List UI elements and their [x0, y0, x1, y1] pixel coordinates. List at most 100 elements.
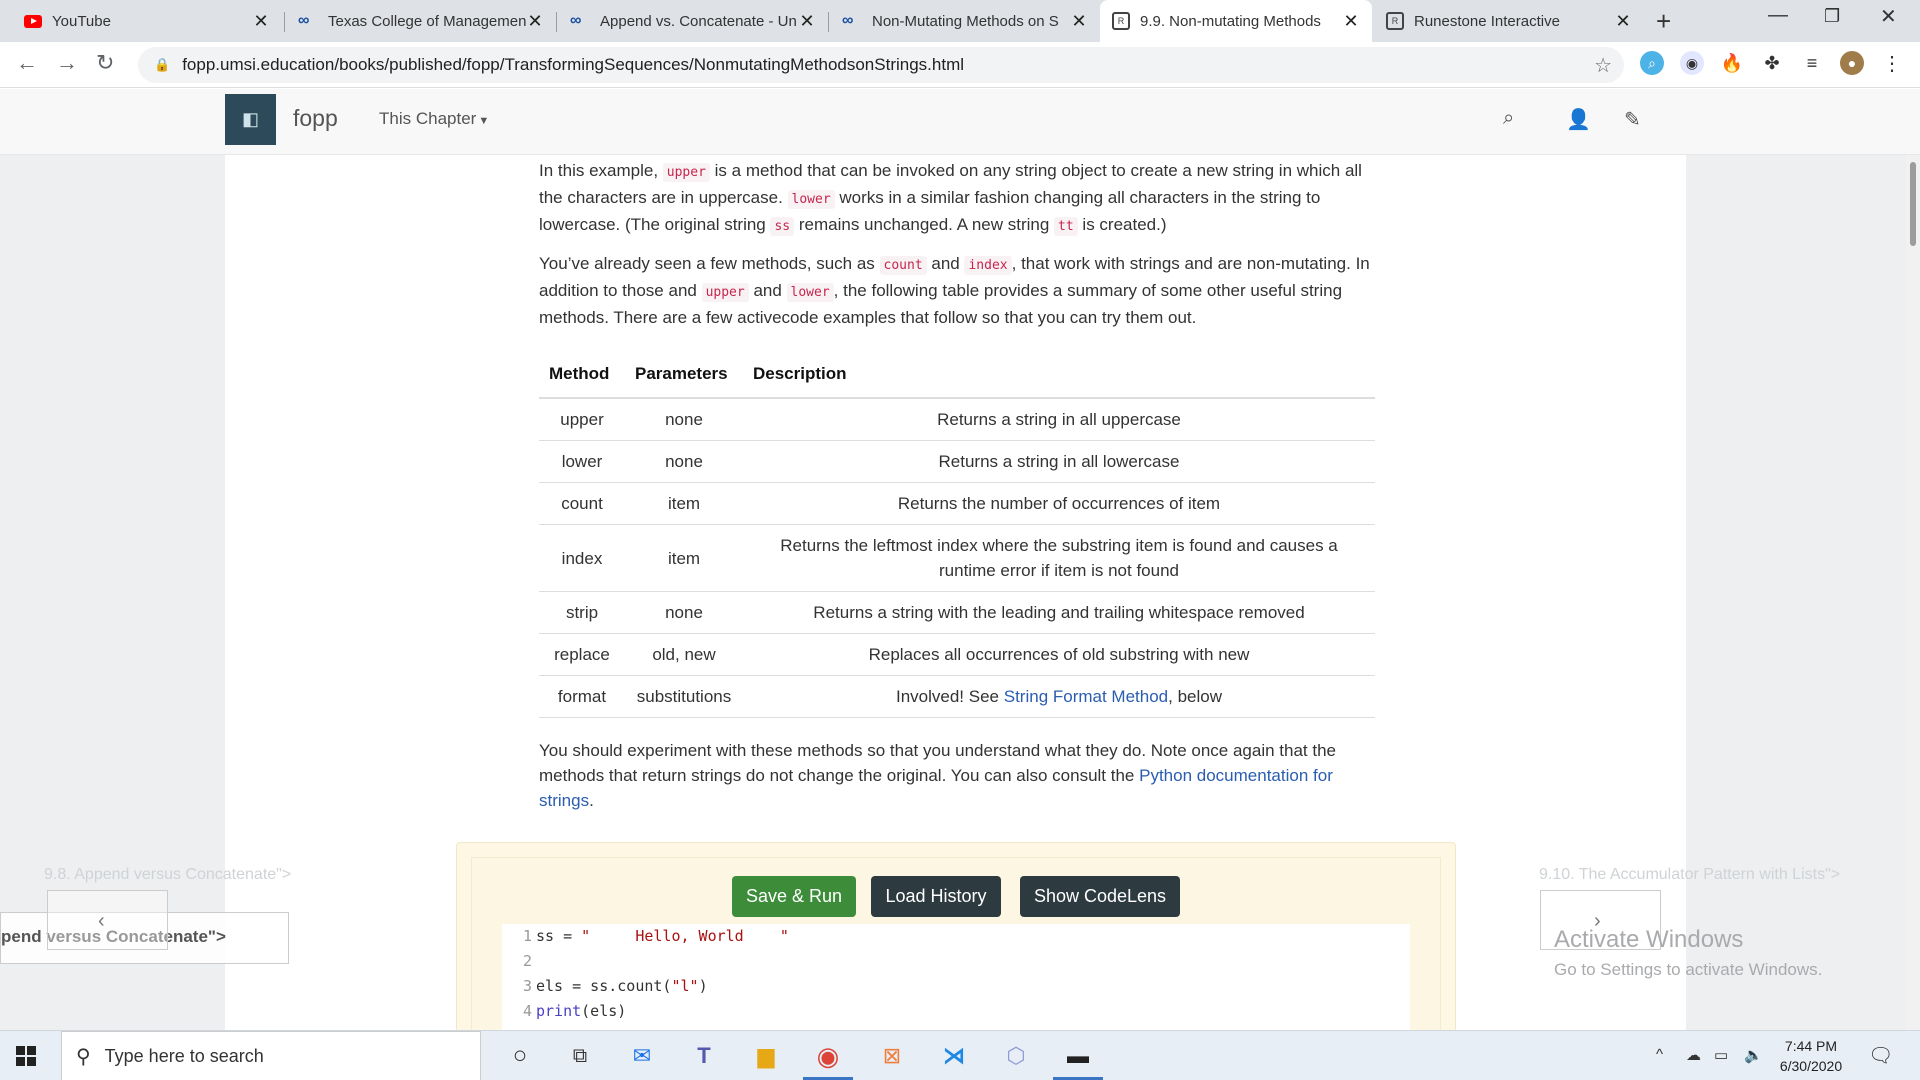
code-line: 3 els = ss.count("l") [502, 974, 1410, 999]
tab-texas-college[interactable]: ∞ Texas College of Managemen ✕ [286, 0, 556, 42]
table-row: replace old, new Replaces all occurrence… [539, 633, 1375, 676]
task-view-icon[interactable]: ⧉ [564, 1040, 596, 1072]
table-row: lower none Returns a string in all lower… [539, 440, 1375, 483]
runestone-icon: R [1112, 12, 1130, 30]
extension-owl-icon[interactable]: ◉ [1680, 51, 1704, 75]
tab-runestone-interactive[interactable]: R Runestone Interactive ✕ [1374, 0, 1644, 42]
tab-title: Runestone Interactive [1414, 12, 1560, 30]
string-format-method-link[interactable]: String Format Method [1004, 687, 1168, 706]
chrome-icon[interactable]: ◉ [812, 1040, 844, 1072]
text: , below [1168, 687, 1223, 706]
bookmark-star-icon[interactable]: ☆ [1594, 53, 1612, 78]
brand-link[interactable]: fopp [293, 105, 338, 132]
load-history-button[interactable]: Load History [871, 876, 1001, 917]
close-icon[interactable]: ✕ [1342, 11, 1360, 32]
prev-arrow-box[interactable] [47, 890, 168, 950]
activate-windows-subtitle: Go to Settings to activate Windows. [1554, 960, 1823, 979]
search-icon: ⚲ [76, 1045, 91, 1068]
line-number: 1 [522, 927, 532, 945]
code-text: ss = " Hello, World " [536, 924, 789, 949]
code-text: print(els) [536, 999, 626, 1024]
file-explorer-icon[interactable]: ▆ [750, 1040, 782, 1072]
params-cell: none [625, 398, 743, 441]
xampp-icon[interactable]: ⊠ [876, 1040, 908, 1072]
method-cell: format [539, 675, 625, 718]
tab-title: Non-Mutating Methods on S [872, 12, 1059, 30]
edit-pencil-icon[interactable]: ✎ [1624, 107, 1641, 132]
extension-fire-icon[interactable]: 🔥 [1720, 51, 1744, 75]
mail-icon[interactable]: ✉ [626, 1040, 658, 1072]
keyword: print [536, 1002, 582, 1020]
tab-title: Append vs. Concatenate - Un [600, 12, 797, 30]
table-row: format substitutions Involved! See Strin… [539, 675, 1375, 718]
table-row: count item Returns the number of occurre… [539, 482, 1375, 525]
chevron-left-icon[interactable]: ‹ [98, 910, 105, 933]
method-cell: index [539, 524, 625, 592]
tab-non-mutating-coursera[interactable]: ∞ Non-Mutating Methods on S ✕ [830, 0, 1100, 42]
code-token: ) [698, 977, 708, 995]
system-clock[interactable]: 7:44 PM 6/30/2020 [1776, 1036, 1846, 1076]
desc-cell: Returns the number of occurrences of ite… [743, 482, 1375, 525]
tab-non-mutating-methods-active[interactable]: R 9.9. Non-mutating Methods ✕ [1100, 0, 1372, 42]
close-icon[interactable]: ✕ [1070, 11, 1088, 32]
tab-youtube[interactable]: YouTube ✕ [12, 0, 282, 42]
media-queue-icon[interactable]: ≡ [1800, 51, 1824, 75]
minimize-icon[interactable]: — [1768, 4, 1788, 27]
line-number: 3 [522, 977, 532, 995]
extensions-puzzle-icon[interactable]: ✤ [1760, 51, 1784, 75]
app-hexagon-icon[interactable]: ⬡ [1000, 1040, 1032, 1072]
page-scrollbar[interactable] [1906, 155, 1920, 1030]
notification-center-icon[interactable]: 🗨 [1868, 1043, 1893, 1068]
paragraph-experiment: You should experiment with these methods… [539, 738, 1375, 813]
close-icon[interactable]: ✕ [1614, 11, 1632, 32]
tab-append-vs-concatenate[interactable]: ∞ Append vs. Concatenate - Un ✕ [558, 0, 828, 42]
forward-icon[interactable]: → [56, 50, 78, 76]
string-literal: "l" [671, 977, 699, 995]
windows-taskbar: ⚲ Type here to search ○ ⧉ ✉ T ▆ ◉ ⊠ ⋊ ⬡ … [0, 1030, 1920, 1080]
inline-code: upper [701, 283, 749, 302]
back-icon[interactable]: ← [16, 50, 38, 76]
profile-avatar[interactable]: ● [1840, 51, 1864, 75]
new-tab-button[interactable]: + [1656, 6, 1671, 37]
code-text: els = ss.count("l") [536, 974, 708, 999]
onedrive-icon[interactable]: ☁ [1686, 1046, 1701, 1064]
caret-down-icon: ▼ [478, 115, 490, 127]
method-cell: upper [539, 398, 625, 441]
text: . [589, 791, 594, 810]
cortana-icon[interactable]: ○ [504, 1040, 536, 1072]
tab-title: Texas College of Managemen [328, 12, 526, 30]
coursera-icon: ∞ [570, 12, 582, 29]
reload-icon[interactable]: ↻ [96, 50, 114, 76]
right-gutter [1686, 155, 1906, 1030]
string-literal: " Hello, World " [581, 927, 789, 945]
extension-search-icon[interactable]: ⌕ [1640, 51, 1664, 75]
user-icon[interactable]: 👤 [1566, 107, 1591, 132]
teams-icon[interactable]: T [688, 1040, 720, 1072]
show-codelens-button[interactable]: Show CodeLens [1020, 876, 1180, 917]
close-icon[interactable]: ✕ [252, 11, 270, 32]
code-editor[interactable]: 1 ss = " Hello, World " 2 3 els = ss.cou… [502, 924, 1410, 1030]
volume-icon[interactable]: 🔈 [1744, 1046, 1763, 1064]
code-token: ss = [536, 927, 582, 945]
coursera-icon: ∞ [842, 12, 854, 29]
windows-start-icon[interactable] [16, 1046, 36, 1066]
taskbar-search-box[interactable]: ⚲ Type here to search [61, 1031, 481, 1080]
this-chapter-dropdown[interactable]: This Chapter ▼ [379, 109, 489, 129]
restore-icon[interactable]: ❐ [1824, 6, 1840, 27]
battery-icon[interactable]: ▭ [1714, 1046, 1728, 1064]
vscode-icon[interactable]: ⋊ [938, 1040, 970, 1072]
tray-chevron-up-icon[interactable]: ^ [1656, 1046, 1663, 1063]
lock-icon: 🔒 [154, 57, 171, 72]
close-window-icon[interactable]: ✕ [1880, 4, 1897, 29]
menu-kebab-icon[interactable]: ⋮ [1880, 51, 1904, 75]
fopp-logo[interactable]: ◧ [225, 94, 276, 145]
close-icon[interactable]: ✕ [526, 11, 544, 32]
save-run-button[interactable]: Save & Run [732, 876, 856, 917]
code-line: 4 print(els) [502, 999, 1410, 1024]
search-icon[interactable]: ⌕ [1503, 107, 1514, 130]
terminal-icon[interactable]: ▬ [1062, 1040, 1094, 1072]
close-icon[interactable]: ✕ [798, 11, 816, 32]
desc-cell: Returns the leftmost index where the sub… [743, 524, 1375, 592]
scrollbar-thumb[interactable] [1910, 162, 1916, 246]
url-bar[interactable]: 🔒 fopp.umsi.education/books/published/fo… [138, 47, 1624, 83]
